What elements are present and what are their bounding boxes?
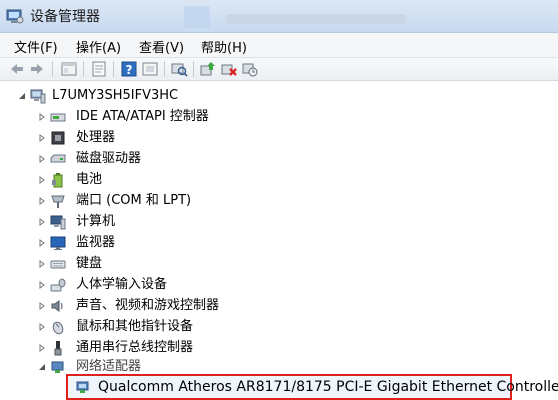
usb-icon	[54, 341, 62, 356]
tree-item-ide[interactable]: IDE ATA/ATAPI 控制器	[0, 107, 400, 127]
toolbar-separator	[193, 61, 194, 77]
svg-text:?: ?	[126, 63, 133, 77]
expand-arrow-icon[interactable]	[38, 302, 46, 310]
root-computer-label: L7UMY3SH5IFV3HC	[52, 88, 179, 103]
uninstall-icon[interactable]	[220, 60, 238, 78]
expand-arrow-icon[interactable]	[38, 176, 46, 184]
back-arrow-icon[interactable]	[8, 60, 26, 78]
update-driver-icon[interactable]	[199, 60, 217, 78]
tree-item-computer[interactable]: 计算机	[0, 212, 400, 232]
expand-arrow-icon[interactable]	[38, 197, 46, 205]
forward-arrow-icon[interactable]	[28, 60, 46, 78]
menu-help[interactable]: 帮助(H)	[201, 37, 247, 56]
network-adapter-icon	[51, 361, 64, 373]
tree-item-label: IDE ATA/ATAPI 控制器	[76, 109, 209, 124]
disable-icon[interactable]	[241, 60, 259, 78]
tree-item-battery[interactable]: 电池	[0, 170, 400, 190]
title-bar: 设备管理器	[0, 0, 558, 33]
tree-root-row[interactable]: L7UMY3SH5IFV3HC	[0, 86, 300, 106]
menu-bar: 文件(F) 操作(A) 查看(V) 帮助(H)	[0, 33, 558, 58]
tree-item-mouse[interactable]: 鼠标和其他指针设备	[0, 317, 400, 337]
tree-item-label: 处理器	[76, 130, 116, 145]
tree-item-label: 磁盘驱动器	[76, 151, 142, 166]
tree-item-label: 声音、视频和游戏控制器	[76, 298, 220, 313]
tree-item-port[interactable]: 端口 (COM 和 LPT)	[0, 191, 400, 211]
console-tree-icon[interactable]	[60, 60, 78, 78]
tree-item-monitor[interactable]: 监视器	[0, 233, 400, 253]
tree-item-usb[interactable]: 通用串行总线控制器	[0, 338, 400, 358]
monitor-icon	[50, 236, 66, 250]
disk-drive-icon	[50, 154, 66, 163]
properties-icon[interactable]	[90, 60, 108, 78]
expand-arrow-icon[interactable]	[38, 260, 46, 268]
device-manager-app-icon	[6, 9, 24, 24]
expand-arrow-icon[interactable]	[38, 134, 46, 142]
tree-item-label: 监视器	[76, 235, 116, 250]
expand-arrow-icon[interactable]	[38, 239, 46, 247]
tree-item-label: 通用串行总线控制器	[76, 340, 194, 355]
toolbar-separator	[113, 61, 114, 77]
port-icon	[51, 195, 65, 208]
tree-item-label: 键盘	[76, 256, 103, 271]
toolbar-separator	[164, 61, 165, 77]
expand-arrow-icon[interactable]	[38, 344, 46, 352]
tree-item-hid[interactable]: 人体学输入设备	[0, 275, 400, 295]
mouse-icon	[52, 321, 64, 335]
menu-view[interactable]: 查看(V)	[139, 37, 184, 56]
ide-controller-icon	[50, 113, 66, 122]
toolbar-separator	[83, 61, 84, 77]
ethernet-controller-label: Qualcomm Atheros AR8171/8175 PCI-E Gigab…	[98, 379, 558, 395]
hid-icon	[50, 278, 66, 292]
blurred-title-area	[184, 6, 210, 28]
battery-icon	[52, 173, 63, 188]
tree-item-sound[interactable]: 声音、视频和游戏控制器	[0, 296, 400, 316]
expand-arrow-icon[interactable]	[38, 218, 46, 226]
window-title: 设备管理器	[30, 9, 100, 25]
device-tree: L7UMY3SH5IFV3HC IDE ATA/ATAPI 控制器 处理器 磁盘…	[0, 82, 558, 400]
device-manager-window: 设备管理器 文件(F) 操作(A) 查看(V) 帮助(H) ? L7UMY3SH…	[0, 0, 558, 400]
expand-arrow-icon[interactable]	[38, 113, 46, 121]
computer-icon	[50, 215, 66, 230]
menu-file[interactable]: 文件(F)	[14, 37, 58, 56]
computer-icon	[30, 89, 46, 104]
toolbar: ?	[0, 58, 558, 81]
sound-icon	[51, 300, 63, 312]
processor-icon	[51, 131, 65, 145]
help-icon[interactable]: ?	[120, 60, 138, 78]
menu-action[interactable]: 操作(A)	[76, 37, 121, 56]
expand-arrow-icon[interactable]	[38, 323, 46, 331]
network-card-icon	[76, 381, 89, 393]
tree-item-label: 计算机	[76, 214, 116, 229]
tree-item-keyboard[interactable]: 键盘	[0, 254, 400, 274]
expand-arrow-icon[interactable]	[38, 155, 46, 163]
expand-arrow-icon[interactable]	[38, 281, 46, 289]
tree-item-processor[interactable]: 处理器	[0, 128, 400, 148]
collapse-arrow-icon[interactable]	[18, 92, 26, 100]
toolbar-separator	[52, 61, 53, 77]
tree-child-ethernet-controller[interactable]: Qualcomm Atheros AR8171/8175 PCI-E Gigab…	[70, 377, 558, 397]
tree-item-label: 人体学输入设备	[76, 277, 168, 292]
tree-item-label: 鼠标和其他指针设备	[76, 319, 194, 334]
tree-item-label: 电池	[76, 172, 103, 187]
show-hidden-icon[interactable]	[141, 60, 159, 78]
blurred-title-text	[226, 14, 406, 24]
keyboard-icon	[50, 260, 66, 269]
tree-item-label: 端口 (COM 和 LPT)	[76, 193, 192, 208]
scan-hardware-icon[interactable]	[170, 60, 188, 78]
collapse-arrow-icon[interactable]	[38, 363, 46, 371]
tree-item-disk[interactable]: 磁盘驱动器	[0, 149, 400, 169]
